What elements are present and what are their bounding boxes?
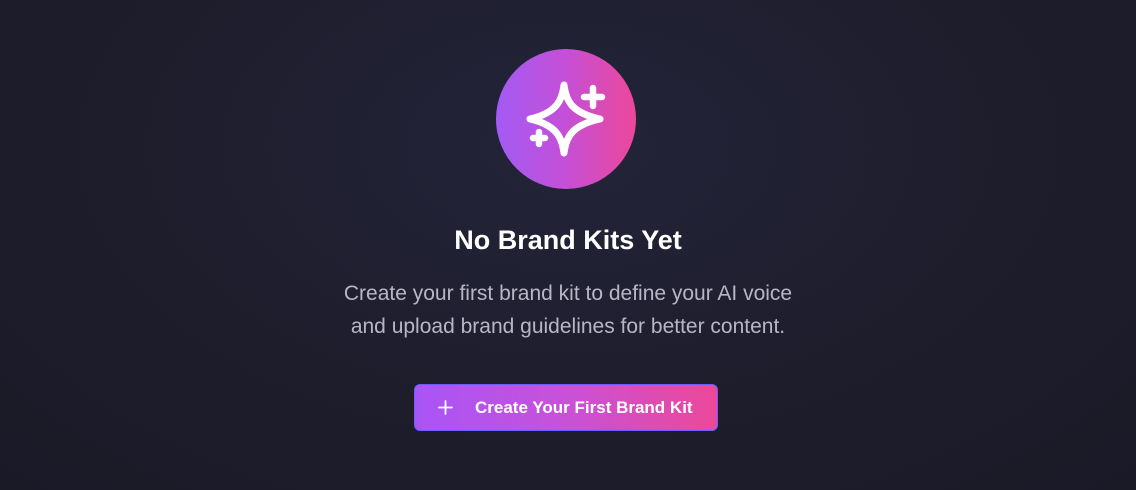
empty-state-description: Create your first brand kit to define yo… [268, 277, 868, 343]
create-first-brand-kit-label: Create Your First Brand Kit [475, 398, 693, 417]
sparkles-icon [526, 81, 606, 157]
sparkles-icon-badge [496, 49, 636, 189]
empty-state-title: No Brand Kits Yet [454, 225, 682, 255]
description-line: and upload brand guidelines for better c… [350, 315, 786, 338]
description-line: Create your first brand kit to define yo… [343, 282, 793, 305]
plus-icon [437, 399, 454, 416]
empty-state: No Brand Kits Yet Create your first bran… [0, 0, 1136, 490]
create-first-brand-kit-button[interactable]: Create Your First Brand Kit [414, 384, 718, 431]
